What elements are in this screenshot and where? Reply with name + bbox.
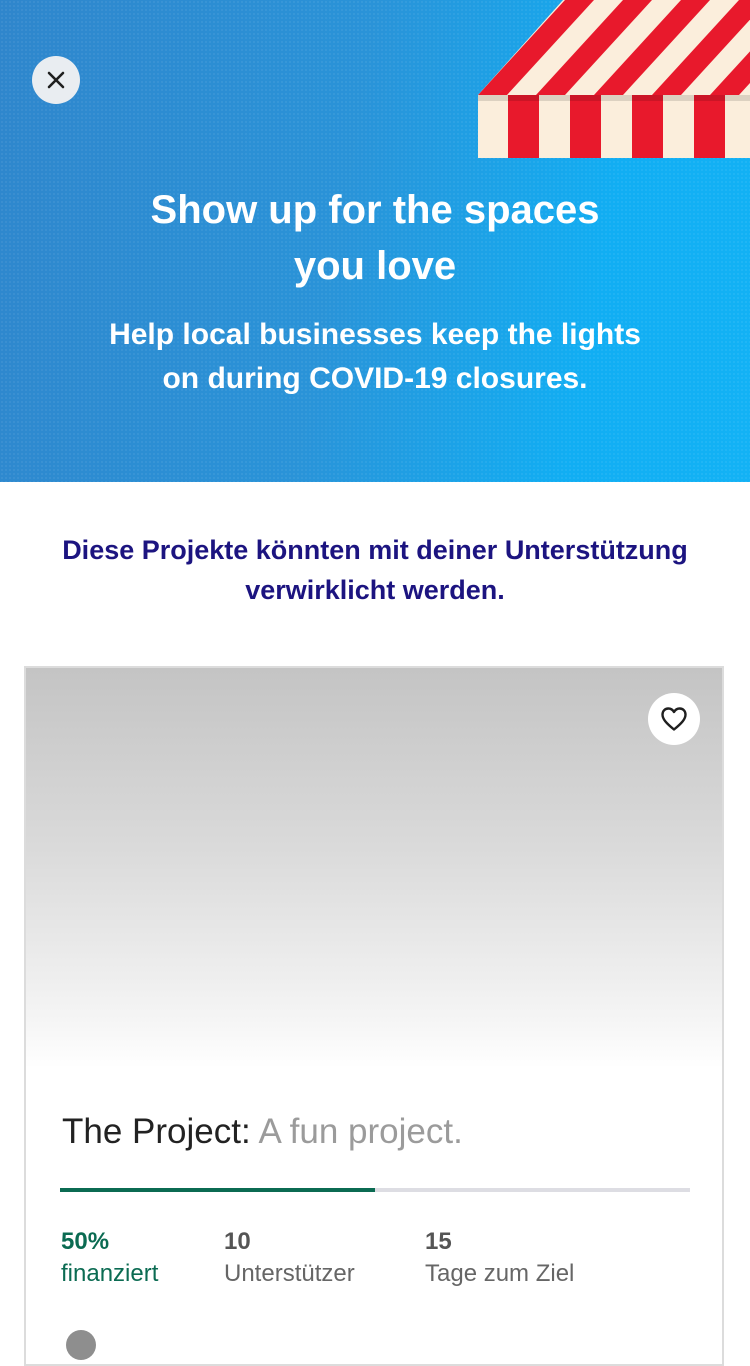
hero-subtitle-line-2: on during COVID-19 closures. (162, 362, 588, 395)
project-card[interactable]: The Project: A fun project. 50% finanzie… (24, 666, 724, 1366)
hero-title-line-2: you love (293, 244, 457, 288)
awning-shadow (478, 95, 750, 101)
stat-backers-label: Unterstützer (224, 1260, 355, 1287)
stat-funded-label: finanziert (61, 1260, 159, 1287)
stat-days-label: Tage zum Ziel (425, 1260, 575, 1287)
project-title[interactable]: The Project: A fun project. (62, 1110, 692, 1154)
section-heading-line-2: verwirklicht werden. (245, 575, 505, 605)
funding-progress-bar (60, 1188, 690, 1192)
heart-icon (661, 707, 687, 731)
awning-valance-stripe (632, 95, 663, 158)
close-icon (47, 71, 65, 89)
awning-illustration (478, 0, 750, 158)
stat-backers: 10 Unterstützer (224, 1226, 355, 1290)
hero-title: Show up for the spaces you love (0, 182, 750, 294)
awning-valance-stripe (570, 95, 601, 158)
funding-progress-fill (60, 1188, 375, 1192)
creator-avatar (66, 1330, 96, 1360)
hero-subtitle: Help local businesses keep the lights on… (60, 313, 690, 401)
section-heading: Diese Projekte könnten mit deiner Unters… (20, 530, 730, 610)
project-name: The Project: (62, 1112, 251, 1151)
project-blurb: A fun project. (258, 1112, 463, 1151)
stat-funded-value: 50% (61, 1228, 110, 1255)
stat-funded: 50% finanziert (61, 1226, 158, 1290)
stat-backers-value: 10 (224, 1228, 251, 1255)
hero-subtitle-line-1: Help local businesses keep the lights (109, 318, 641, 351)
hero-title-line-1: Show up for the spaces (150, 188, 600, 232)
project-image[interactable] (26, 668, 722, 1068)
awning-valance-stripe (694, 95, 725, 158)
section-heading-line-1: Diese Projekte könnten mit deiner Unters… (62, 535, 688, 565)
stat-days-value: 15 (425, 1228, 452, 1255)
stat-days: 15 Tage zum Ziel (425, 1226, 574, 1290)
awning-valance-stripe (508, 95, 539, 158)
close-button[interactable] (32, 56, 80, 104)
hero-banner: Show up for the spaces you love Help loc… (0, 0, 750, 482)
favorite-button[interactable] (648, 693, 700, 745)
